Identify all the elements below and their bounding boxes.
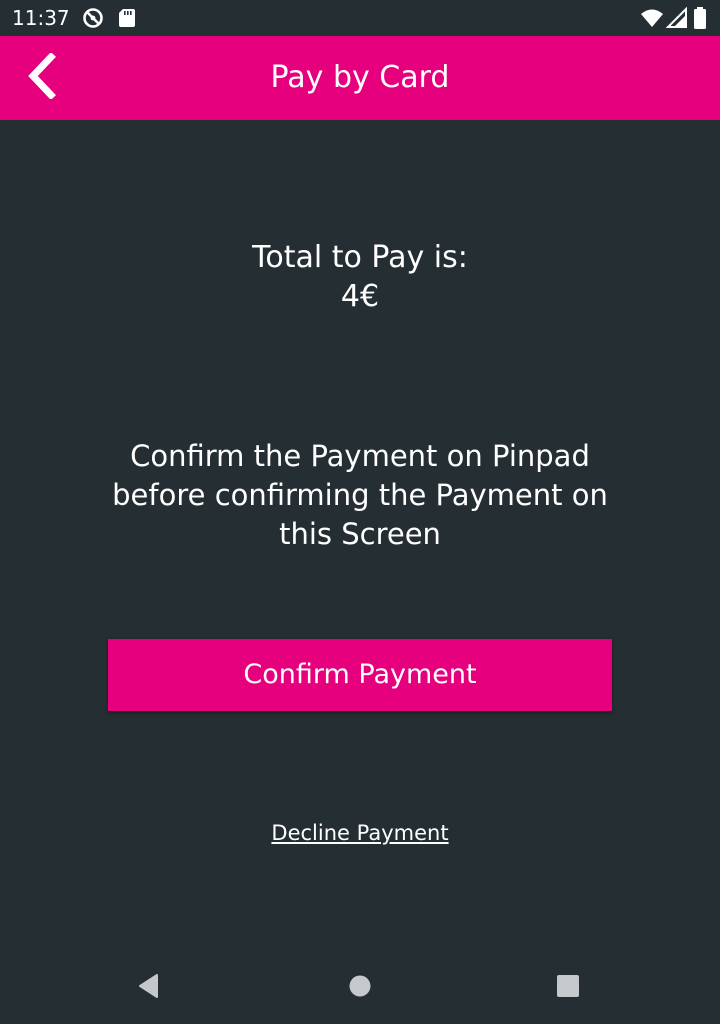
nav-back-button[interactable]	[132, 972, 164, 1004]
pay-by-card-screen: 11:37 Pay by Card Total to Pay is: 4€ Co…	[0, 0, 720, 1024]
back-triangle-icon	[136, 973, 160, 1003]
back-button[interactable]	[14, 50, 70, 106]
chevron-left-icon	[25, 52, 59, 103]
battery-icon	[693, 7, 707, 29]
recents-square-icon	[556, 974, 580, 1002]
do-not-disturb-icon	[82, 7, 104, 29]
total-block: Total to Pay is: 4€	[0, 238, 720, 316]
total-label: Total to Pay is:	[252, 240, 468, 275]
status-bar: 11:37	[0, 0, 720, 36]
total-amount: 4€	[340, 279, 380, 314]
decline-payment-link[interactable]: Decline Payment	[0, 818, 720, 848]
sd-card-icon	[116, 7, 138, 29]
confirm-payment-button[interactable]: Confirm Payment	[108, 639, 612, 711]
app-bar: Pay by Card	[0, 36, 720, 120]
wifi-icon	[640, 7, 664, 29]
status-time: 11:37	[12, 6, 70, 30]
pinpad-instruction: Confirm the Payment on Pinpad before con…	[112, 439, 608, 551]
home-circle-icon	[348, 974, 372, 1002]
cellular-signal-icon	[665, 6, 688, 29]
nav-home-button[interactable]	[344, 972, 376, 1004]
navigation-bar	[0, 952, 720, 1024]
nav-recents-button[interactable]	[552, 972, 584, 1004]
page-title: Pay by Card	[270, 60, 450, 95]
